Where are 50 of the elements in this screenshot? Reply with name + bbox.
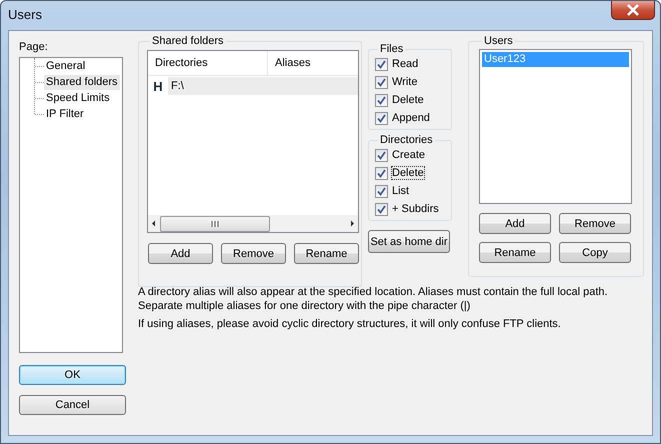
- window-title: Users: [8, 7, 42, 22]
- info-text: A directory alias will also appear at the specified location. Aliases must contain the full local path. Separate multiple aliases for one directory with the pipe character (|): [138, 285, 609, 313]
- checkbox[interactable]: [375, 202, 388, 216]
- directory-cell[interactable]: F:\: [168, 77, 358, 95]
- checkbox-label[interactable]: Append: [391, 111, 431, 125]
- checkbox[interactable]: [375, 94, 388, 106]
- ok-button[interactable]: OK: [19, 365, 126, 385]
- group-title: Users: [483, 35, 514, 47]
- grip-icon: [211, 220, 219, 226]
- page-tree[interactable]: General Shared folders Speed Limits IP Filter: [19, 57, 123, 353]
- checkbox[interactable]: [375, 58, 388, 70]
- close-icon: [626, 4, 640, 16]
- checkbox[interactable]: [375, 166, 388, 180]
- checkbox[interactable]: [375, 148, 388, 162]
- directory-list[interactable]: Directories Aliases H F:\: [147, 50, 359, 233]
- set-home-dir-button[interactable]: Set as home dir: [368, 230, 450, 253]
- checkbox-label[interactable]: Read: [391, 57, 420, 71]
- group-title: Shared folders: [151, 35, 225, 47]
- add-user-button[interactable]: Add: [479, 213, 551, 234]
- tree-item[interactable]: Speed Limits: [44, 90, 112, 106]
- cancel-button[interactable]: Cancel: [19, 395, 126, 415]
- home-marker: H: [152, 78, 164, 94]
- checkbox[interactable]: [375, 76, 388, 88]
- checkbox-label[interactable]: Delete: [391, 166, 425, 180]
- checkbox-label[interactable]: Write: [391, 75, 418, 89]
- checkbox-label[interactable]: Delete: [391, 93, 425, 107]
- horizontal-scrollbar[interactable]: [148, 215, 358, 232]
- page-label: Page:: [19, 41, 49, 55]
- tree-item[interactable]: Shared folders: [44, 74, 120, 90]
- rename-button[interactable]: Rename: [294, 243, 359, 264]
- column-header[interactable]: Aliases: [268, 51, 358, 75]
- close-button[interactable]: [611, 1, 655, 20]
- checkbox[interactable]: [375, 112, 388, 124]
- right-arrow-icon[interactable]: [350, 220, 354, 227]
- remove-user-button[interactable]: Remove: [559, 213, 631, 234]
- checkbox-label[interactable]: + Subdirs: [391, 202, 440, 216]
- tree-item[interactable]: IP Filter: [44, 106, 86, 122]
- info-text: If using aliases, please avoid cyclic directory structures, it will only confuse FTP clients.: [138, 317, 562, 331]
- checkbox-label[interactable]: Create: [391, 148, 426, 162]
- group-title: Files: [379, 43, 404, 55]
- group-title: Directories: [379, 134, 434, 146]
- checkbox[interactable]: [375, 184, 388, 198]
- add-button[interactable]: Add: [148, 243, 213, 264]
- tree-item[interactable]: General: [44, 58, 88, 74]
- column-header[interactable]: Directories: [148, 51, 268, 75]
- left-arrow-icon[interactable]: [152, 220, 156, 227]
- checkbox-label[interactable]: List: [391, 184, 410, 198]
- copy-user-button[interactable]: Copy: [559, 242, 631, 263]
- rename-user-button[interactable]: Rename: [479, 242, 551, 263]
- remove-button[interactable]: Remove: [221, 243, 286, 264]
